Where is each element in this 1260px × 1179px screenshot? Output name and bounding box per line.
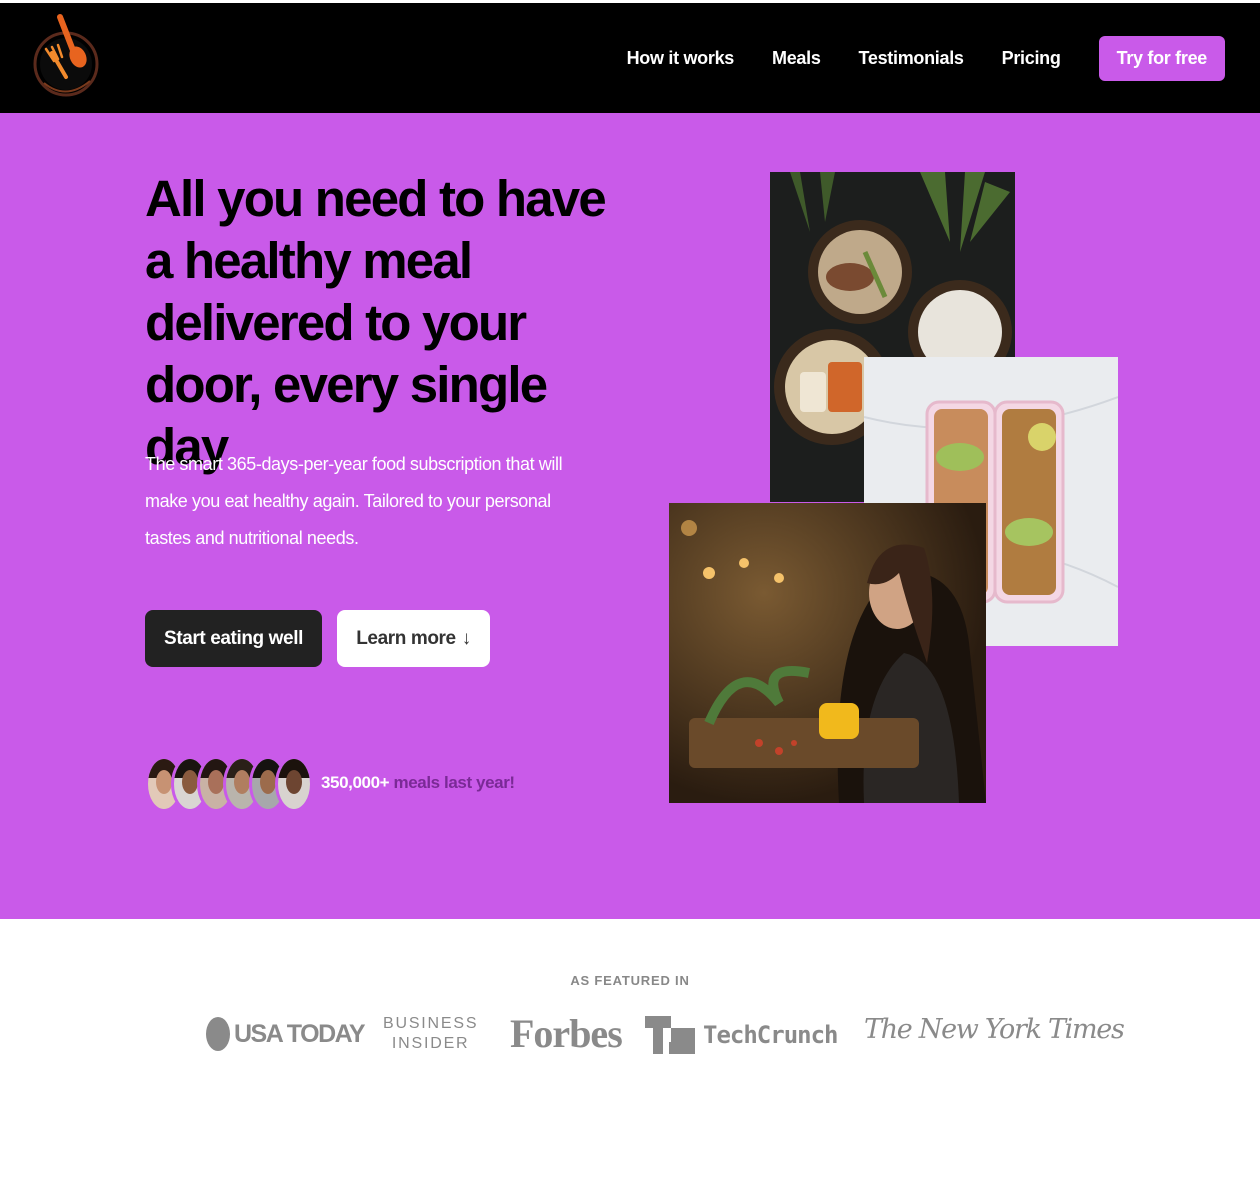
arrow-down-icon: ↓ <box>461 627 472 649</box>
usa-today-logo: USA TODAY <box>206 1017 366 1051</box>
avatar <box>275 756 313 812</box>
nav-testimonials[interactable]: Testimonials <box>859 48 964 69</box>
forbes-logo: Forbes <box>510 1011 623 1056</box>
start-eating-well-button[interactable]: Start eating well <box>145 610 322 667</box>
hero-description: The smart 365-days-per-year food subscri… <box>145 454 563 548</box>
nyt-logo: The New York Times <box>864 1014 1125 1045</box>
business-insider-line2: INSIDER <box>391 1035 470 1052</box>
business-insider-line1: BUSINESS <box>383 1015 479 1032</box>
meals-stat: 350,000+ meals last year! <box>321 773 515 793</box>
learn-more-label: Learn more <box>356 627 456 649</box>
navbar: How it works Meals Testimonials Pricing … <box>0 3 1260 113</box>
usa-today-dot-icon <box>206 1017 230 1051</box>
omnifood-logo[interactable] <box>30 9 102 109</box>
hero-title: All you need to have a healthy meal deli… <box>145 170 607 475</box>
nav-pricing[interactable]: Pricing <box>1002 48 1061 69</box>
techcrunch-mark-icon <box>645 1016 695 1054</box>
nav-how-it-works[interactable]: How it works <box>627 48 735 69</box>
meals-stat-text: meals last year! <box>389 773 516 792</box>
learn-more-button[interactable]: Learn more ↓ <box>337 610 490 667</box>
press-logos: USA TODAY BUSINESS INSIDER Forbes TechCr… <box>0 1011 1260 1064</box>
try-for-free-button[interactable]: Try for free <box>1098 35 1225 81</box>
featured-in-section: AS FEATURED IN USA TODAY BUSINESS INSIDE… <box>0 919 1260 1179</box>
usa-today-text: USA TODAY <box>234 1019 366 1048</box>
start-eating-well-label: Start eating well <box>164 627 303 649</box>
customer-avatars <box>145 756 313 812</box>
nav-meals[interactable]: Meals <box>772 48 821 69</box>
featured-label: AS FEATURED IN <box>570 973 690 988</box>
meals-count: 350,000+ <box>321 773 390 792</box>
techcrunch-logo: TechCrunch <box>645 1016 838 1054</box>
techcrunch-text: TechCrunch <box>703 1021 838 1049</box>
woman-eating-image <box>669 503 986 803</box>
main-nav: How it works Meals Testimonials Pricing … <box>627 35 1225 81</box>
business-insider-logo: BUSINESS INSIDER <box>383 1014 478 1054</box>
logo-fork-icon <box>33 14 99 97</box>
